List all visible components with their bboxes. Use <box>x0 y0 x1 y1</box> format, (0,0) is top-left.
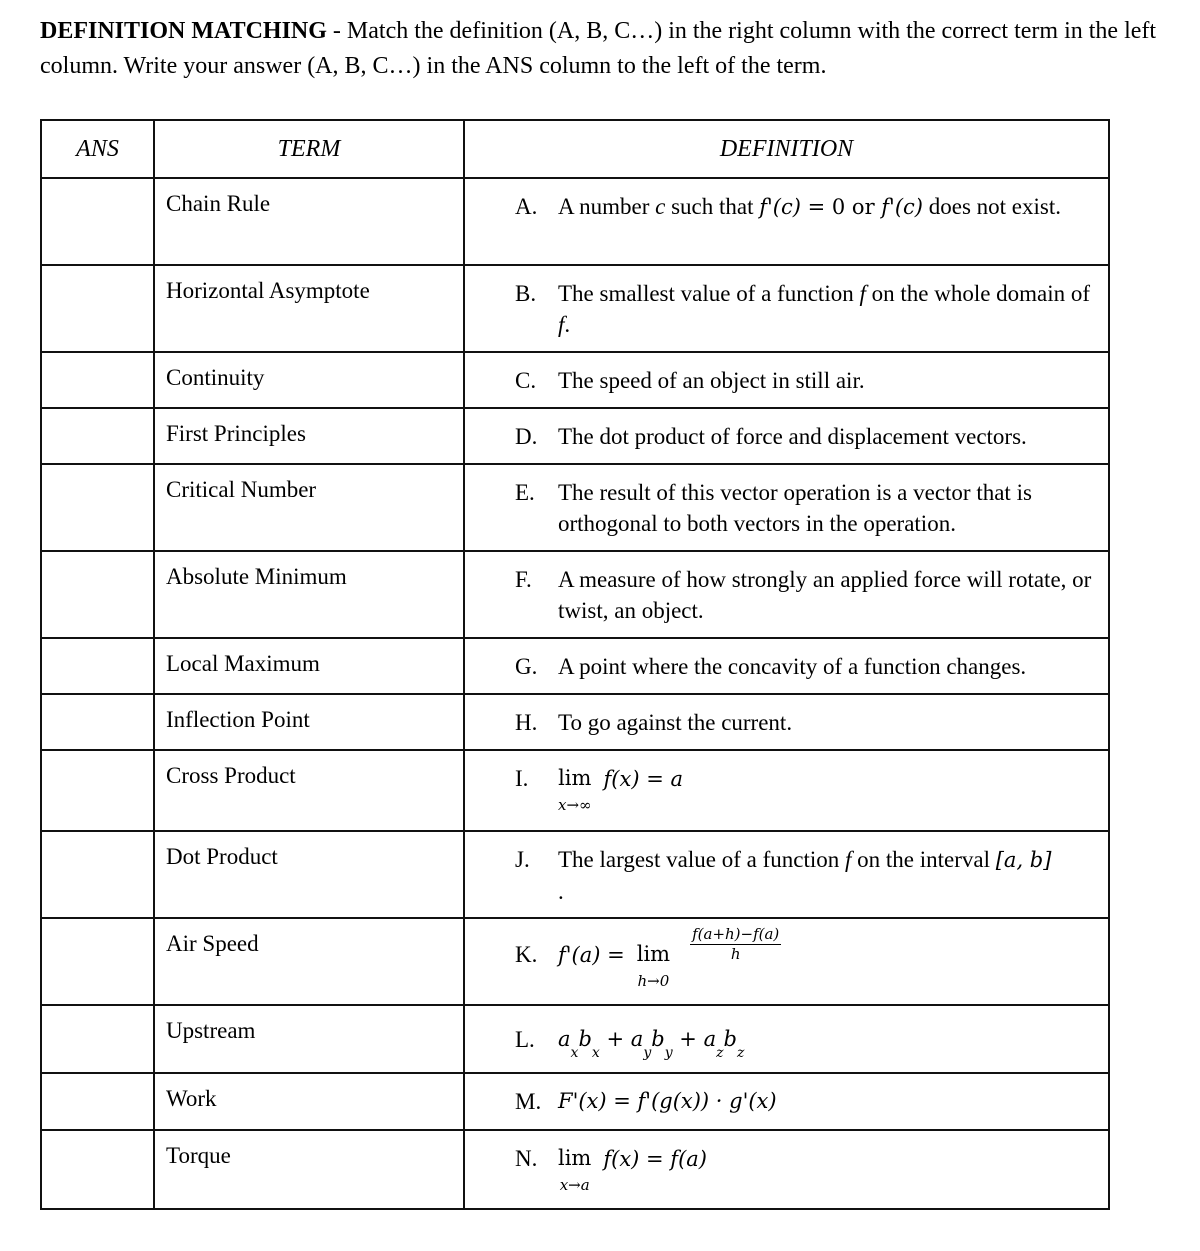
table-row: Continuity C. The speed of an object in s… <box>40 351 1110 409</box>
table-row: Critical Number E. The result of this vec… <box>40 463 1110 552</box>
definition-cell: A. A number c such that f'(c) = 0 or f'(… <box>463 177 1110 266</box>
header-ans: ANS <box>40 119 155 179</box>
header-term: TERM <box>153 119 465 179</box>
definition-text: A number c such that f'(c) = 0 or f'(c) … <box>558 194 1061 219</box>
term-cell: Inflection Point <box>153 693 465 751</box>
answer-cell[interactable] <box>40 407 155 465</box>
definition-letter: D. <box>515 424 538 449</box>
definition-math: axbx + ayby + azbz <box>558 1027 745 1062</box>
term-cell: Dot Product <box>153 830 465 919</box>
table-row: Torque N. lim x→a f(x) = f(a) <box>40 1129 1110 1210</box>
definition-cell: L. axbx + ayby + azbz <box>463 1004 1110 1074</box>
definition-text: The speed of an object in still air. <box>558 368 865 393</box>
answer-cell[interactable] <box>40 693 155 751</box>
table-row: Local Maximum G. A point where the concav… <box>40 637 1110 695</box>
definition-letter: A. <box>515 194 538 219</box>
definition-letter: N. <box>515 1146 538 1171</box>
definition-cell: M. F'(x) = f'(g(x)) · g'(x) <box>463 1072 1110 1131</box>
table-row: Air Speed K. f'(a) = lim h→0 f(a+h)−f(a) h <box>40 917 1110 1006</box>
definition-text: The dot product of force and displacemen… <box>558 424 1027 449</box>
answer-cell[interactable] <box>40 637 155 695</box>
definition-text: A point where the concavity of a functio… <box>558 654 1027 679</box>
header-definition: DEFINITION <box>463 119 1110 179</box>
term-cell: Chain Rule <box>153 177 465 266</box>
definition-text: To go against the current. <box>558 710 793 735</box>
answer-cell[interactable] <box>40 1072 155 1131</box>
definition-letter: H. <box>515 710 538 735</box>
answer-cell[interactable] <box>40 550 155 639</box>
answer-cell[interactable] <box>40 830 155 919</box>
definition-math: lim x→∞ f(x) = a <box>558 766 683 814</box>
definition-cell: C. The speed of an object in still air. <box>463 351 1110 409</box>
table-row: Chain Rule A. A number c such that f'(c)… <box>40 177 1110 266</box>
definition-letter: L. <box>515 1027 535 1052</box>
definition-cell: I. lim x→∞ f(x) = a <box>463 749 1110 832</box>
definition-letter: M. <box>515 1089 542 1114</box>
definition-cell: B. The smallest value of a function f on… <box>463 264 1110 353</box>
answer-cell[interactable] <box>40 1129 155 1210</box>
definition-cell: F. A measure of how strongly an applied f… <box>463 550 1110 639</box>
definition-text: The largest value of a function f on the… <box>558 847 1052 904</box>
term-cell: First Principles <box>153 407 465 465</box>
term-cell: Critical Number <box>153 463 465 552</box>
answer-cell[interactable] <box>40 463 155 552</box>
definition-cell: G. A point where the concavity of a funct… <box>463 637 1110 695</box>
definition-math: lim x→a f(x) = f(a) <box>558 1146 707 1194</box>
term-cell: Horizontal Asymptote <box>153 264 465 353</box>
definition-letter: J. <box>515 847 530 872</box>
definition-cell: N. lim x→a f(x) = f(a) <box>463 1129 1110 1210</box>
definition-letter: B. <box>515 281 537 306</box>
definition-text: The result of this vector operation is a… <box>558 480 1032 536</box>
definition-cell: H. To go against the current. <box>463 693 1110 751</box>
definition-letter: F. <box>515 567 532 592</box>
definition-cell: E. The result of this vector operation is… <box>463 463 1110 552</box>
definition-letter: G. <box>515 654 538 679</box>
definition-math: F'(x) = f'(g(x)) · g'(x) <box>558 1089 777 1113</box>
table-row: Dot Product J. The largest value of a fu… <box>40 830 1110 919</box>
table-row: Cross Product I. lim x→∞ f(x) = a <box>40 749 1110 832</box>
definition-math: f'(a) = lim h→0 f(a+h)−f(a) h <box>558 925 782 990</box>
definition-letter: C. <box>515 368 537 393</box>
table-row: Upstream L. axbx + ayby + azbz <box>40 1004 1110 1074</box>
answer-cell[interactable] <box>40 917 155 1006</box>
term-cell: Upstream <box>153 1004 465 1074</box>
answer-cell[interactable] <box>40 177 155 266</box>
instructions: DEFINITION MATCHING - Match the definiti… <box>40 14 1160 84</box>
definition-cell: K. f'(a) = lim h→0 f(a+h)−f(a) h <box>463 917 1110 1006</box>
table-row: Inflection Point H. To go against the cur… <box>40 693 1110 751</box>
definition-text: The smallest value of a function f on th… <box>558 281 1091 337</box>
matching-table: ANS TERM DEFINITION Chain Rule A. A numb… <box>40 119 1110 1210</box>
term-cell: Work <box>153 1072 465 1131</box>
table-row: Absolute Minimum F. A measure of how stro… <box>40 550 1110 639</box>
term-cell: Cross Product <box>153 749 465 832</box>
term-cell: Continuity <box>153 351 465 409</box>
definition-letter: K. <box>515 942 538 967</box>
definition-letter: E. <box>515 480 535 505</box>
header-row: ANS TERM DEFINITION <box>40 119 1110 179</box>
answer-cell[interactable] <box>40 264 155 353</box>
term-cell: Absolute Minimum <box>153 550 465 639</box>
term-cell: Air Speed <box>153 917 465 1006</box>
instructions-title: DEFINITION MATCHING <box>40 18 327 44</box>
definition-text: A measure of how strongly an applied for… <box>558 567 1092 623</box>
answer-cell[interactable] <box>40 1004 155 1074</box>
table-row: First Principles D. The dot product of fo… <box>40 407 1110 465</box>
definition-cell: D. The dot product of force and displacem… <box>463 407 1110 465</box>
table-row: Work M. F'(x) = f'(g(x)) · g'(x) <box>40 1072 1110 1131</box>
answer-cell[interactable] <box>40 749 155 832</box>
term-cell: Torque <box>153 1129 465 1210</box>
definition-letter: I. <box>515 766 529 791</box>
table-row: Horizontal Asymptote B. The smallest val… <box>40 264 1110 353</box>
answer-cell[interactable] <box>40 351 155 409</box>
term-cell: Local Maximum <box>153 637 465 695</box>
definition-cell: J. The largest value of a function f on … <box>463 830 1110 919</box>
